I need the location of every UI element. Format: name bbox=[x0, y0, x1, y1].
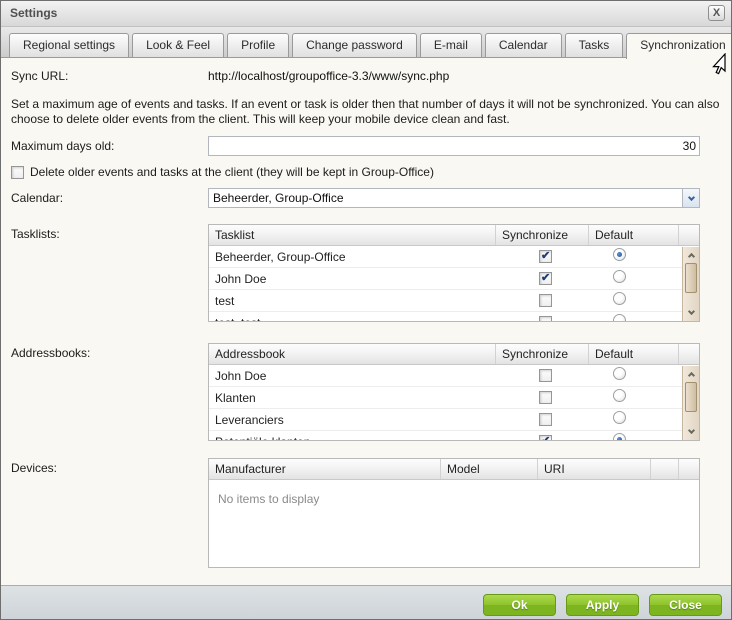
tab-regional-settings[interactable]: Regional settings bbox=[9, 33, 129, 57]
default-radio[interactable] bbox=[613, 389, 626, 402]
chevron-down-icon bbox=[687, 193, 694, 200]
tab-email[interactable]: E-mail bbox=[420, 33, 482, 57]
scrollbar[interactable] bbox=[682, 366, 699, 440]
addressbooks-grid-header: Addressbook Synchronize Default bbox=[209, 344, 699, 365]
settings-dialog: Settings X Regional settings Look & Feel… bbox=[0, 0, 732, 620]
column-header-tasklist[interactable]: Tasklist bbox=[209, 225, 496, 245]
sync-url-label: Sync URL: bbox=[11, 66, 208, 83]
column-header-spacer bbox=[679, 225, 699, 245]
table-row[interactable]: test bbox=[209, 290, 682, 312]
calendar-combobox-value: Beheerder, Group-Office bbox=[209, 189, 682, 207]
default-radio[interactable] bbox=[613, 292, 626, 305]
ok-button[interactable]: Ok bbox=[483, 594, 556, 616]
column-header-spacer bbox=[679, 344, 699, 364]
tasklist-name: test bbox=[209, 294, 499, 308]
addressbooks-label: Addressbooks: bbox=[11, 343, 208, 360]
default-radio[interactable] bbox=[613, 270, 626, 283]
addressbooks-grid: Addressbook Synchronize Default John Doe… bbox=[208, 343, 700, 441]
column-header-addressbook[interactable]: Addressbook bbox=[209, 344, 496, 364]
addressbook-name: Potentiële klanten bbox=[209, 435, 499, 441]
addressbook-name: Klanten bbox=[209, 391, 499, 405]
scroll-up-icon[interactable] bbox=[683, 367, 699, 381]
page-title: Settings bbox=[1, 1, 731, 20]
synchronize-checkbox[interactable] bbox=[539, 272, 552, 285]
column-header-manufacturer[interactable]: Manufacturer bbox=[209, 459, 441, 479]
synchronize-checkbox[interactable] bbox=[539, 435, 552, 440]
column-header-spacer bbox=[679, 459, 699, 479]
synchronize-checkbox[interactable] bbox=[539, 294, 552, 307]
apply-button[interactable]: Apply bbox=[566, 594, 639, 616]
tasklists-grid: Tasklist Synchronize Default Beheerder, … bbox=[208, 224, 700, 322]
column-header-synchronize[interactable]: Synchronize bbox=[496, 225, 589, 245]
button-bar: Ok Apply Close bbox=[1, 586, 731, 620]
devices-label: Devices: bbox=[11, 458, 208, 475]
tab-profile[interactable]: Profile bbox=[227, 33, 289, 57]
close-icon[interactable]: X bbox=[708, 5, 725, 21]
tab-look-and-feel[interactable]: Look & Feel bbox=[132, 33, 224, 57]
addressbook-name: John Doe bbox=[209, 369, 499, 383]
default-radio[interactable] bbox=[613, 314, 626, 322]
scroll-down-icon[interactable] bbox=[683, 425, 699, 439]
table-row[interactable]: John Doe bbox=[209, 268, 682, 290]
column-header-model[interactable]: Model bbox=[441, 459, 538, 479]
max-days-input[interactable] bbox=[208, 136, 700, 156]
tasklist-name: Beheerder, Group-Office bbox=[209, 250, 499, 264]
calendar-combobox[interactable]: Beheerder, Group-Office bbox=[208, 188, 700, 208]
title-bar: Settings X bbox=[1, 1, 731, 27]
table-row[interactable]: Leveranciers bbox=[209, 409, 682, 431]
tasklists-grid-header: Tasklist Synchronize Default bbox=[209, 225, 699, 246]
devices-grid-body: No items to display bbox=[209, 480, 699, 567]
column-header-spacer bbox=[651, 459, 679, 479]
column-header-default[interactable]: Default bbox=[589, 344, 679, 364]
devices-grid-header: Manufacturer Model URI bbox=[209, 459, 699, 480]
calendar-label: Calendar: bbox=[11, 188, 208, 205]
delete-older-checkbox[interactable] bbox=[11, 166, 24, 179]
column-header-default[interactable]: Default bbox=[589, 225, 679, 245]
tasklists-label: Tasklists: bbox=[11, 224, 208, 241]
max-days-label: Maximum days old: bbox=[11, 136, 208, 153]
synchronize-checkbox[interactable] bbox=[539, 250, 552, 263]
description-text: Set a maximum age of events and tasks. I… bbox=[11, 97, 723, 127]
table-row[interactable]: Beheerder, Group-Office bbox=[209, 246, 682, 268]
scroll-down-icon[interactable] bbox=[683, 306, 699, 320]
tab-strip: Regional settings Look & Feel Profile Ch… bbox=[1, 27, 731, 58]
sync-url-value: http://localhost/groupoffice-3.3/www/syn… bbox=[208, 66, 449, 83]
default-radio[interactable] bbox=[613, 433, 626, 441]
table-row[interactable]: test_test bbox=[209, 312, 682, 321]
column-header-uri[interactable]: URI bbox=[538, 459, 651, 479]
addressbook-name: Leveranciers bbox=[209, 413, 499, 427]
column-header-synchronize[interactable]: Synchronize bbox=[496, 344, 589, 364]
combo-trigger-button[interactable] bbox=[682, 189, 699, 207]
scrollbar[interactable] bbox=[682, 247, 699, 321]
tab-change-password[interactable]: Change password bbox=[292, 33, 417, 57]
tab-calendar[interactable]: Calendar bbox=[485, 33, 562, 57]
tasklist-name: John Doe bbox=[209, 272, 499, 286]
tasklist-name: test_test bbox=[209, 316, 499, 322]
delete-older-label: Delete older events and tasks at the cli… bbox=[30, 165, 434, 179]
scroll-up-icon[interactable] bbox=[683, 248, 699, 262]
mouse-cursor-icon bbox=[711, 53, 727, 75]
tasklists-grid-body: Beheerder, Group-Office John Doe test bbox=[209, 246, 699, 321]
scrollbar-thumb[interactable] bbox=[685, 263, 697, 293]
default-radio[interactable] bbox=[613, 367, 626, 380]
synchronize-checkbox[interactable] bbox=[539, 369, 552, 382]
close-button[interactable]: Close bbox=[649, 594, 722, 616]
synchronization-panel: Sync URL: http://localhost/groupoffice-3… bbox=[1, 66, 731, 586]
tab-tasks[interactable]: Tasks bbox=[565, 33, 624, 57]
default-radio[interactable] bbox=[613, 248, 626, 261]
scrollbar-thumb[interactable] bbox=[685, 382, 697, 412]
empty-grid-text: No items to display bbox=[209, 480, 699, 506]
table-row[interactable]: Potentiële klanten bbox=[209, 431, 682, 440]
addressbooks-grid-body: John Doe Klanten Leveranciers bbox=[209, 365, 699, 440]
synchronize-checkbox[interactable] bbox=[539, 391, 552, 404]
table-row[interactable]: Klanten bbox=[209, 387, 682, 409]
synchronize-checkbox[interactable] bbox=[539, 413, 552, 426]
synchronize-checkbox[interactable] bbox=[539, 316, 552, 321]
table-row[interactable]: John Doe bbox=[209, 365, 682, 387]
default-radio[interactable] bbox=[613, 411, 626, 424]
devices-grid: Manufacturer Model URI No items to displ… bbox=[208, 458, 700, 568]
